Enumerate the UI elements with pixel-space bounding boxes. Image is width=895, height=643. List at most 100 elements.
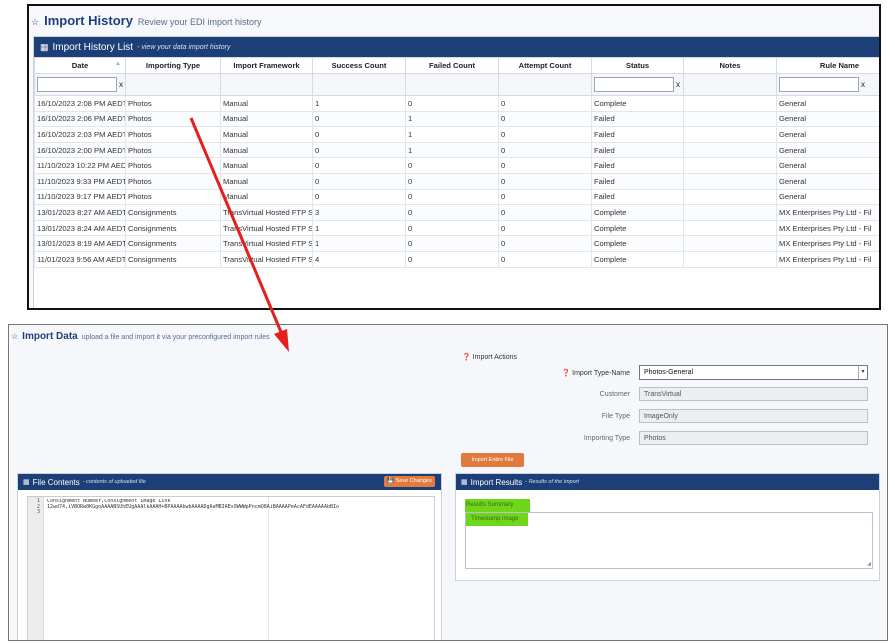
cell-failed-count: 0	[405, 157, 499, 174]
cell-import-framework: Manual	[220, 188, 313, 206]
cell-date: 16/10/2023 2:08 PM AEDT	[34, 95, 126, 112]
column-header-date[interactable]: Date ▲	[34, 57, 126, 74]
table-row[interactable]: 13/01/2023 8:19 AM AEDT Consignments Trans…	[34, 235, 879, 252]
column-header-success-count[interactable]: Success Count	[312, 57, 406, 74]
cell-notes	[683, 188, 777, 206]
table-row[interactable]: 11/10/2023 10:22 PM AEDT Photos Manual 0 0 0 F…	[34, 157, 879, 174]
cell-importing-type: Photos	[125, 157, 221, 174]
column-header-import-framework[interactable]: Import Framework	[220, 57, 313, 74]
cell-rule-name: General	[776, 188, 879, 206]
cell-import-framework: Manual	[220, 172, 313, 190]
cell-status: Failed	[591, 110, 684, 128]
cell-attempt-count: 0	[498, 172, 592, 190]
importing-type-field: Photos	[639, 431, 868, 445]
table-row[interactable]: 13/01/2023 8:27 AM AEDT Consignments Trans…	[34, 204, 879, 221]
importing-type-label: Importing Type	[583, 435, 630, 442]
editor-line-numbers: 123	[28, 497, 44, 640]
date-filter-input[interactable]	[37, 77, 117, 92]
cell-notes	[683, 157, 777, 174]
save-changes-button[interactable]: 💾 Save Changes	[384, 476, 435, 487]
cell-failed-count: 1	[405, 126, 499, 143]
cell-status: Failed	[591, 126, 684, 143]
table-row[interactable]: 16/10/2023 2:06 PM AEDT Photos Manual 0 1 0 Fa…	[34, 110, 879, 128]
cell-importing-type: Photos	[125, 188, 221, 206]
column-header-notes[interactable]: Notes	[683, 57, 777, 74]
save-icon: 💾	[387, 478, 395, 484]
cell-success-count: 1	[312, 95, 406, 112]
cell-attempt-count: 0	[498, 110, 592, 128]
clear-status-filter[interactable]: x	[676, 80, 680, 89]
cell-date: 13/01/2023 8:19 AM AEDT	[34, 235, 126, 252]
cell-status: Failed	[591, 188, 684, 206]
star-icon: ☆	[31, 17, 40, 27]
cell-import-framework: TransVirtual Hosted FTP Se	[220, 204, 313, 221]
cell-rule-name: General	[776, 126, 879, 143]
cell-import-framework: Manual	[220, 110, 313, 128]
table-icon: ▦	[40, 41, 49, 52]
cell-status: Complete	[591, 204, 684, 221]
cell-import-framework: TransVirtual Hosted FTP Se	[220, 250, 313, 268]
section-title: Import Data	[22, 331, 78, 342]
table-row[interactable]: 16/10/2023 2:08 PM AEDT Photos Manual 1 0 0 Co…	[34, 95, 879, 112]
cell-failed-count: 0	[405, 250, 499, 268]
table-row[interactable]: 11/10/2023 9:17 PM AEDT Photos Manual 0 0 0 Fa…	[34, 188, 879, 206]
table-row[interactable]: 11/10/2023 9:33 PM AEDT Photos Manual 0 0 0 Fa…	[34, 172, 879, 190]
cell-failed-count: 0	[405, 235, 499, 252]
import-history-header: ☆ Import History Review your EDI import …	[31, 13, 261, 28]
cell-success-count: 1	[312, 235, 406, 252]
cell-notes	[683, 219, 777, 237]
cell-success-count: 0	[312, 188, 406, 206]
results-message: Timestamp image	[466, 513, 528, 526]
filter-row: x x x	[34, 73, 879, 96]
cell-failed-count: 0	[405, 188, 499, 206]
cell-failed-count: 0	[405, 204, 499, 221]
cell-notes	[683, 95, 777, 112]
cell-attempt-count: 0	[498, 157, 592, 174]
clear-rule-name-filter[interactable]: x	[861, 80, 865, 89]
cell-rule-name: General	[776, 172, 879, 190]
column-header-status[interactable]: Status	[591, 57, 684, 74]
file-contents-panel: ▦ File Contents - contents of uploaded f…	[17, 473, 442, 640]
cell-notes	[683, 126, 777, 143]
table-icon: ▦	[23, 479, 30, 486]
cell-notes	[683, 172, 777, 190]
cell-importing-type: Consignments	[125, 219, 221, 237]
cell-attempt-count: 0	[498, 250, 592, 268]
column-header-importing-type[interactable]: Importing Type	[125, 57, 221, 74]
import-type-name-select[interactable]: Photos-General ▾	[639, 365, 868, 380]
cell-attempt-count: 0	[498, 219, 592, 237]
cell-importing-type: Photos	[125, 95, 221, 112]
table-row[interactable]: 16/10/2023 2:03 PM AEDT Photos Manual 0 1 0 Fa…	[34, 126, 879, 143]
table-row[interactable]: 11/01/2023 9:56 AM AEDT Consignments Trans…	[34, 250, 879, 268]
resize-handle-icon[interactable]: ◢	[867, 561, 871, 567]
import-history-panel-header: ▦ Import History List - view your data i…	[34, 37, 879, 57]
editor-code[interactable]: Consignment Number,Consignment Image Lin…	[47, 499, 432, 510]
page-title: Import History	[44, 13, 133, 28]
clear-date-filter[interactable]: x	[119, 80, 123, 89]
import-entire-file-button[interactable]: Import Entire File	[461, 453, 524, 467]
cell-failed-count: 0	[405, 219, 499, 237]
column-header-failed-count[interactable]: Failed Count	[405, 57, 499, 74]
cell-importing-type: Photos	[125, 126, 221, 143]
table-row[interactable]: 16/10/2023 2:00 PM AEDT Photos Manual 0 1 0 Fa…	[34, 141, 879, 159]
cell-notes	[683, 110, 777, 128]
cell-import-framework: Manual	[220, 126, 313, 143]
import-actions-title: ❓ Import Actions	[462, 354, 518, 361]
import-results-header: ▦ Import Results - Results of the import	[456, 474, 879, 490]
cell-importing-type: Consignments	[125, 250, 221, 268]
cell-rule-name: MX Enterprises Pty Ltd - Fil	[776, 204, 879, 221]
column-header-attempt-count[interactable]: Attempt Count	[498, 57, 592, 74]
column-header-rule-name[interactable]: Rule Name	[776, 57, 879, 74]
cell-failed-count: 0	[405, 172, 499, 190]
status-filter-input[interactable]	[594, 77, 674, 92]
help-icon: ❓	[561, 370, 571, 377]
cell-status: Complete	[591, 95, 684, 112]
cell-importing-type: Photos	[125, 172, 221, 190]
file-type-label: File Type	[601, 413, 630, 420]
table-row[interactable]: 13/01/2023 8:24 AM AEDT Consignments Trans…	[34, 219, 879, 237]
rule-name-filter-input[interactable]	[779, 77, 859, 92]
import-results-panel: ▦ Import Results - Results of the import…	[455, 473, 880, 581]
cell-success-count: 1	[312, 219, 406, 237]
table-icon: ▦	[461, 479, 468, 486]
file-contents-editor[interactable]: 123 Consignment Number,Consignment Image…	[27, 496, 435, 640]
